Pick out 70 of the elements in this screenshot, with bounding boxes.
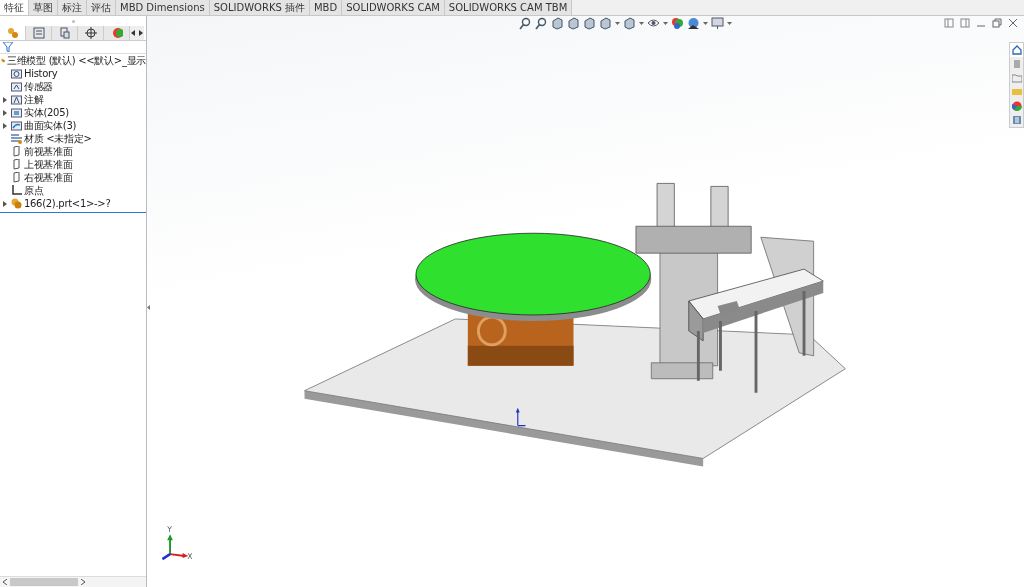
tree-item[interactable]: History [0, 67, 146, 80]
ribbon-tab[interactable]: 评估 [87, 0, 116, 15]
plane-icon [11, 172, 22, 183]
feature-tab-icon [6, 27, 19, 39]
tree-item[interactable]: 三维模型 (默认) <<默认>_显示 [0, 54, 146, 67]
ribbon-tab[interactable]: 特征 [0, 0, 29, 15]
plane-icon [11, 146, 22, 157]
tile-right-icon[interactable] [960, 18, 970, 28]
ribbon-tab[interactable]: 标注 [58, 0, 87, 15]
tree-item[interactable]: 材质 <未指定> [0, 132, 146, 145]
view-settings-icon[interactable] [711, 17, 724, 30]
part-icon [11, 198, 22, 209]
dropdown-caret-icon[interactable] [663, 22, 668, 25]
appearances-icon[interactable] [1010, 99, 1023, 113]
plane-icon [11, 159, 22, 170]
close-icon[interactable] [1008, 18, 1018, 28]
edit-appearance-icon[interactable] [671, 17, 684, 30]
filter-field[interactable] [0, 41, 146, 54]
history-icon [11, 68, 22, 79]
apply-scene-icon[interactable] [687, 17, 700, 30]
axis-label: X [187, 551, 193, 562]
scroll-right-button[interactable] [137, 26, 144, 40]
tree-item[interactable]: 原点 [0, 184, 146, 197]
hide-show-icon[interactable] [647, 17, 660, 30]
annotation-icon [11, 94, 22, 105]
property-tab-icon [32, 27, 45, 39]
tree-item[interactable]: 166(2).prt<1>->? [0, 197, 146, 210]
filter-icon[interactable] [3, 42, 13, 52]
home-icon[interactable] [1010, 43, 1023, 57]
panel-grip-icon[interactable] [71, 19, 75, 23]
scroll-left-button[interactable] [130, 26, 137, 40]
horizontal-scrollbar[interactable] [0, 576, 146, 587]
restore-icon[interactable] [992, 18, 1002, 28]
tree-item[interactable]: 曲面实体(3) [0, 119, 146, 132]
origin-icon [11, 185, 22, 196]
expand-arrow-icon[interactable] [2, 109, 7, 116]
tree-item[interactable]: 前视基准面 [0, 145, 146, 158]
tree-item[interactable]: 实体(205) [0, 106, 146, 119]
dropdown-caret-icon[interactable] [615, 22, 620, 25]
surface-icon [11, 120, 22, 131]
ribbon-tab[interactable]: MBD [309, 0, 343, 15]
display-tab-icon [110, 27, 123, 39]
ribbon-tab[interactable]: MBD Dimensions [116, 0, 210, 15]
zoom-area-icon[interactable] [535, 17, 548, 30]
tree-item[interactable]: 上视基准面 [0, 158, 146, 171]
tree-item[interactable]: 右视基准面 [0, 171, 146, 184]
tree-item[interactable]: 传感器 [0, 80, 146, 93]
material-icon [11, 133, 22, 144]
ribbon-tab[interactable]: SOLIDWORKS CAM TBM [444, 0, 573, 15]
tree-item[interactable]: 注解 [0, 93, 146, 106]
tile-left-icon[interactable] [944, 18, 954, 28]
machine-model-drawing[interactable] [304, 183, 846, 467]
expand-arrow-icon[interactable] [2, 96, 7, 103]
scroll-left-icon[interactable] [3, 579, 7, 585]
dimxpert-tab-icon [84, 27, 97, 39]
dropdown-caret-icon[interactable] [703, 22, 708, 25]
expand-arrow-icon[interactable] [2, 122, 7, 129]
dropdown-caret-icon[interactable] [727, 22, 732, 25]
sensor-icon [11, 81, 22, 92]
axis-triad-icon [161, 534, 189, 561]
ribbon-tab[interactable]: SOLIDWORKS 插件 [209, 0, 310, 15]
zoom-fit-icon[interactable] [519, 17, 532, 30]
panel-tab[interactable] [78, 26, 104, 40]
ribbon-tab[interactable]: SOLIDWORKS CAM [342, 0, 445, 15]
axis-label: Y [167, 525, 172, 535]
scroll-right-icon[interactable] [81, 579, 85, 585]
expand-arrow-icon[interactable] [2, 200, 7, 207]
ribbon-tab[interactable]: 草图 [29, 0, 58, 15]
config-tab-icon [58, 27, 71, 39]
dropdown-caret-icon[interactable] [639, 22, 644, 25]
